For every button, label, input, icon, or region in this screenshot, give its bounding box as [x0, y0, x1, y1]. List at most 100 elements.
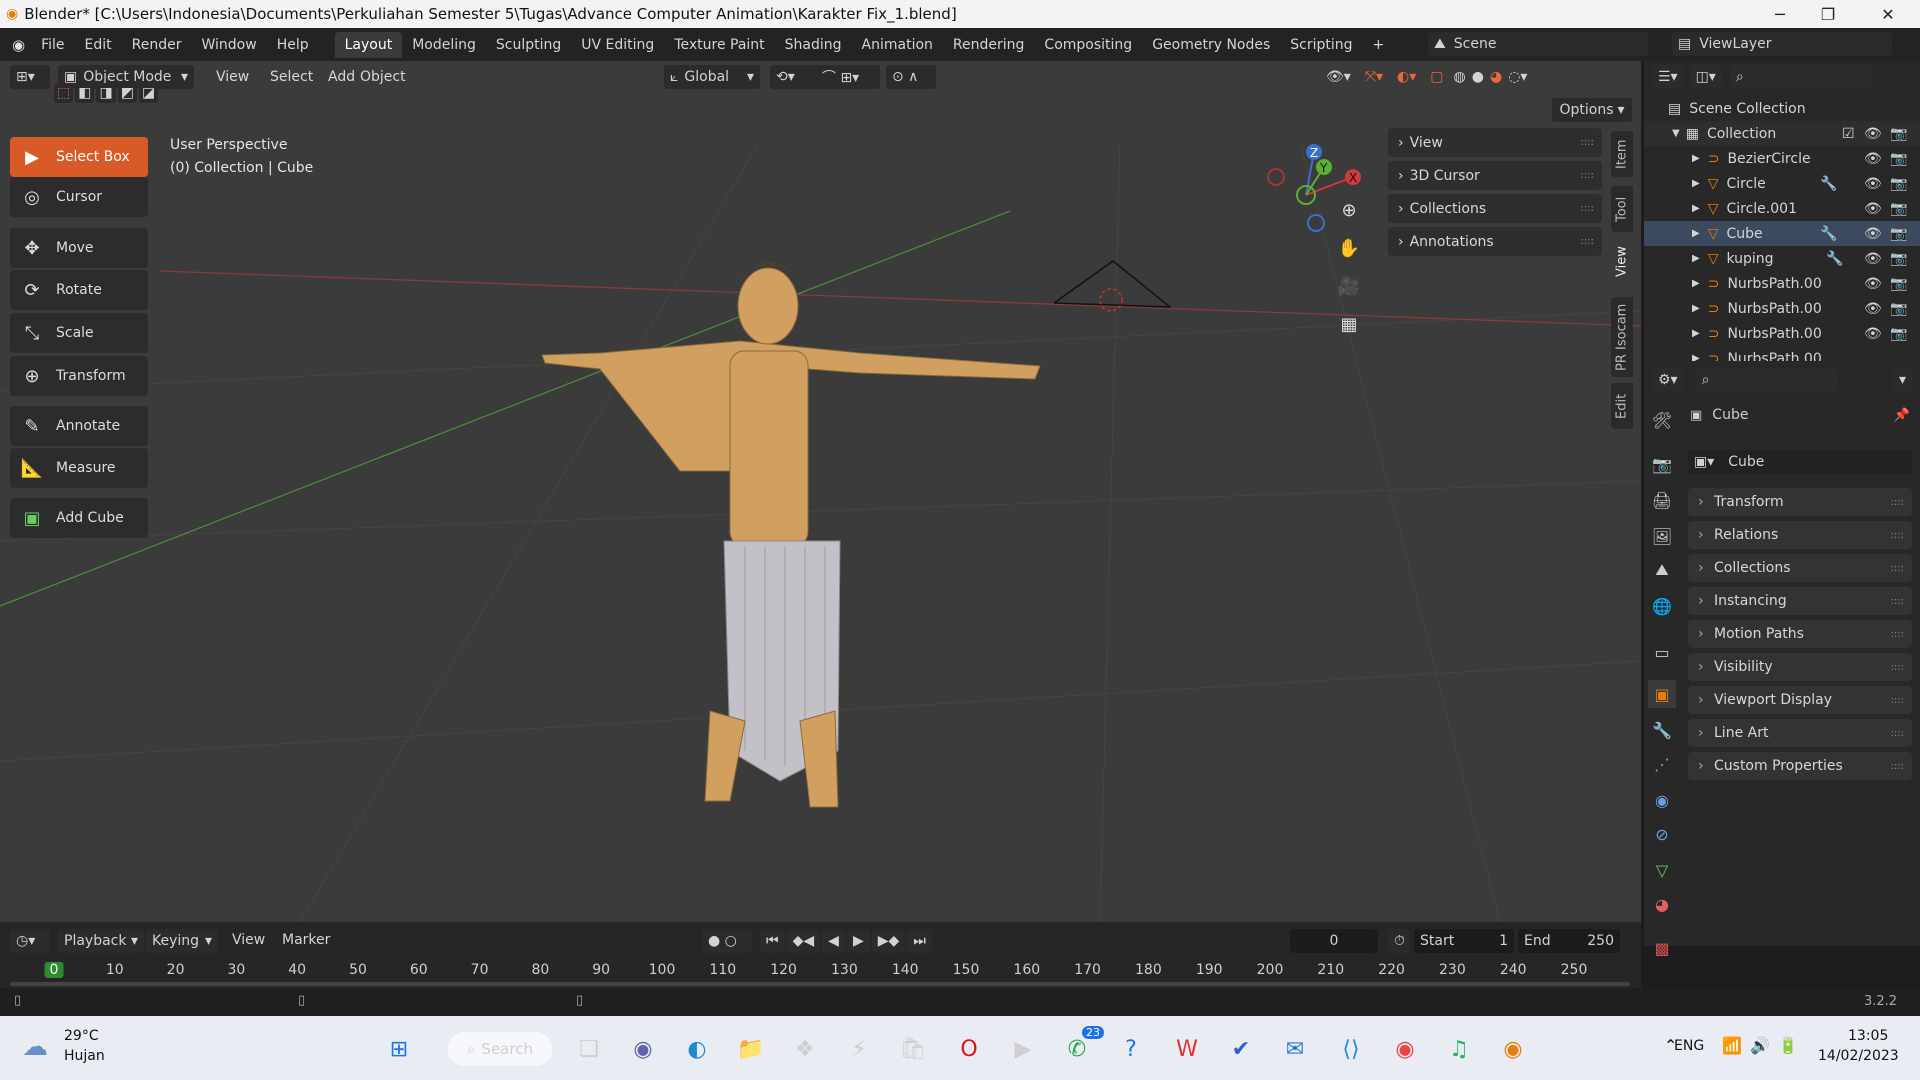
- tab-modeling[interactable]: Modeling: [402, 32, 486, 58]
- jump-start-icon[interactable]: ⏮: [760, 929, 785, 953]
- end-frame-field[interactable]: End 250: [1518, 929, 1620, 953]
- camera-icon[interactable]: 📷: [1890, 326, 1907, 342]
- tool-measure[interactable]: 📐 Measure: [10, 448, 148, 488]
- menu-help[interactable]: Help: [267, 37, 319, 53]
- eye-icon[interactable]: 👁: [1864, 126, 1882, 142]
- next-keyframe-icon[interactable]: ▶◆: [871, 929, 906, 953]
- play-icon[interactable]: ▶: [846, 929, 870, 953]
- mail-icon[interactable]: ✉: [1278, 1032, 1312, 1066]
- camera-icon[interactable]: 📷: [1890, 301, 1907, 317]
- select-invert-icon[interactable]: ◩: [117, 83, 137, 103]
- tab-texture-paint[interactable]: Texture Paint: [664, 32, 774, 58]
- properties-search-input[interactable]: ⌕: [1695, 368, 1838, 392]
- close-button[interactable]: ✕: [1860, 0, 1916, 28]
- drag-handle-icon[interactable]: ::::: [1891, 662, 1904, 673]
- camera-view-icon[interactable]: 🎥: [1333, 270, 1365, 302]
- snap-button[interactable]: ⌒ ⊞▾: [816, 65, 880, 89]
- tab-rendering[interactable]: Rendering: [943, 32, 1035, 58]
- drag-handle-icon[interactable]: ::::: [1891, 695, 1904, 706]
- drag-handle-icon[interactable]: ::::: [1891, 761, 1904, 772]
- collection-properties-tab-icon[interactable]: ▭: [1648, 638, 1676, 666]
- panel-custom-properties[interactable]: Custom Properties::::: [1688, 752, 1912, 780]
- tab-sculpting[interactable]: Sculpting: [486, 32, 571, 58]
- select-new-icon[interactable]: ⬚: [54, 83, 74, 103]
- viewport-menu-object[interactable]: Object: [350, 69, 416, 85]
- start-frame-field[interactable]: Start 1: [1414, 929, 1514, 953]
- drag-handle-icon[interactable]: ::::: [1581, 203, 1594, 214]
- select-intersect-icon[interactable]: ◪: [138, 83, 159, 103]
- tool-scale[interactable]: ⤡ Scale: [10, 313, 148, 353]
- camera-icon[interactable]: 📷: [1890, 176, 1907, 192]
- spotify-icon[interactable]: ♫: [1442, 1032, 1476, 1066]
- editor-type-button[interactable]: ⊞▾: [10, 65, 50, 89]
- npanel-collections[interactable]: › Collections::::: [1388, 194, 1602, 223]
- drag-handle-icon[interactable]: ::::: [1581, 170, 1594, 181]
- menu-window[interactable]: Window: [192, 37, 267, 53]
- battery-icon[interactable]: 🔋: [1778, 1036, 1798, 1055]
- drag-handle-icon[interactable]: ::::: [1891, 728, 1904, 739]
- select-extend-icon[interactable]: ◧: [75, 83, 95, 103]
- drag-handle-icon[interactable]: ::::: [1891, 497, 1904, 508]
- tool-cursor[interactable]: ◎ Cursor: [10, 177, 148, 217]
- media-player-icon[interactable]: ▶: [1006, 1032, 1040, 1066]
- camera-icon[interactable]: 📷: [1890, 126, 1907, 142]
- expand-arrow-icon[interactable]: ▶: [1692, 328, 1700, 339]
- checkbox-icon[interactable]: ☑: [1842, 126, 1855, 142]
- blender-menu-icon[interactable]: ◉: [12, 36, 25, 54]
- panel-visibility[interactable]: Visibility::::: [1688, 653, 1912, 681]
- eye-icon[interactable]: 👁: [1864, 201, 1882, 217]
- edge-browser-icon[interactable]: ◐: [680, 1032, 714, 1066]
- scene-collection-row[interactable]: ▤ Scene Collection: [1644, 96, 1920, 121]
- wifi-icon[interactable]: 📶: [1722, 1036, 1742, 1055]
- taskbar-search[interactable]: ⌕ Search: [448, 1032, 552, 1066]
- prev-keyframe-icon[interactable]: ◆◀: [786, 929, 821, 953]
- tool-properties-tab-icon[interactable]: 🛠: [1648, 406, 1676, 434]
- options-dropdown[interactable]: Options ▾: [1552, 98, 1632, 122]
- outliner-item[interactable]: ▶ ⊃ NurbsPath.00 👁 📷: [1644, 296, 1920, 321]
- teams-chat-icon[interactable]: ◉: [626, 1032, 660, 1066]
- keying-menu[interactable]: Keying ▾: [146, 929, 218, 953]
- drag-handle-icon[interactable]: ::::: [1891, 596, 1904, 607]
- select-subtract-icon[interactable]: ◨: [96, 83, 116, 103]
- world-properties-tab-icon[interactable]: 🌐: [1648, 592, 1676, 620]
- npanel-view[interactable]: › View::::: [1388, 128, 1602, 157]
- help-icon[interactable]: ?: [1114, 1032, 1148, 1066]
- outliner-item[interactable]: ▶ ▽ kuping 🔧 👁 📷: [1644, 246, 1920, 271]
- chrome-icon[interactable]: ◉: [1388, 1032, 1422, 1066]
- todo-icon[interactable]: ✔: [1224, 1032, 1258, 1066]
- timeline-scrollbar[interactable]: [10, 982, 1630, 986]
- clock-date[interactable]: 14/02/2023: [1818, 1048, 1899, 1064]
- clock-time[interactable]: 13:05: [1848, 1028, 1888, 1044]
- expand-arrow-icon[interactable]: ▶: [1692, 228, 1700, 239]
- camera-icon[interactable]: 📷: [1890, 226, 1907, 242]
- add-workspace-button[interactable]: +: [1363, 32, 1395, 58]
- outliner-item[interactable]: ▶ ⊃ NurbsPath.00 👁 📷: [1644, 321, 1920, 346]
- display-mode-icon[interactable]: ◫▾: [1689, 65, 1722, 89]
- winamp-icon[interactable]: ⚡: [842, 1032, 876, 1066]
- timeline-menu-marker[interactable]: Marker: [272, 932, 340, 948]
- expand-arrow-icon[interactable]: ▶: [1692, 278, 1700, 289]
- panel-transform[interactable]: Transform::::: [1688, 488, 1912, 516]
- scene-properties-tab-icon[interactable]: ⛰: [1648, 556, 1676, 584]
- language-indicator[interactable]: ENG: [1674, 1038, 1704, 1054]
- expand-arrow-icon[interactable]: ▶: [1692, 353, 1700, 361]
- drag-handle-icon[interactable]: ::::: [1891, 530, 1904, 541]
- physics-properties-tab-icon[interactable]: ◉: [1648, 786, 1676, 814]
- opera-icon[interactable]: O: [952, 1032, 986, 1066]
- outliner-item[interactable]: ▶ ▽ Cube 🔧 👁 📷: [1644, 221, 1920, 246]
- play-reverse-icon[interactable]: ◀: [822, 929, 845, 953]
- preview-range-icon[interactable]: ⏱: [1388, 929, 1410, 953]
- drag-handle-icon[interactable]: ::::: [1891, 563, 1904, 574]
- task-view-icon[interactable]: ❏: [572, 1032, 606, 1066]
- sidebar-tab-item[interactable]: Item: [1611, 131, 1633, 177]
- tab-compositing[interactable]: Compositing: [1034, 32, 1142, 58]
- expand-arrow-icon[interactable]: ▶: [1692, 153, 1700, 164]
- viewport-menu-select[interactable]: Select: [260, 69, 323, 85]
- camera-icon[interactable]: 📷: [1890, 276, 1907, 292]
- zoom-icon[interactable]: ⊕: [1333, 194, 1365, 226]
- tab-uv-editing[interactable]: UV Editing: [571, 32, 664, 58]
- outliner-search-input[interactable]: ⌕: [1729, 65, 1872, 89]
- volume-icon[interactable]: 🔊: [1750, 1036, 1770, 1055]
- render-properties-tab-icon[interactable]: 📷: [1648, 450, 1676, 478]
- eye-icon[interactable]: 👁: [1864, 326, 1882, 342]
